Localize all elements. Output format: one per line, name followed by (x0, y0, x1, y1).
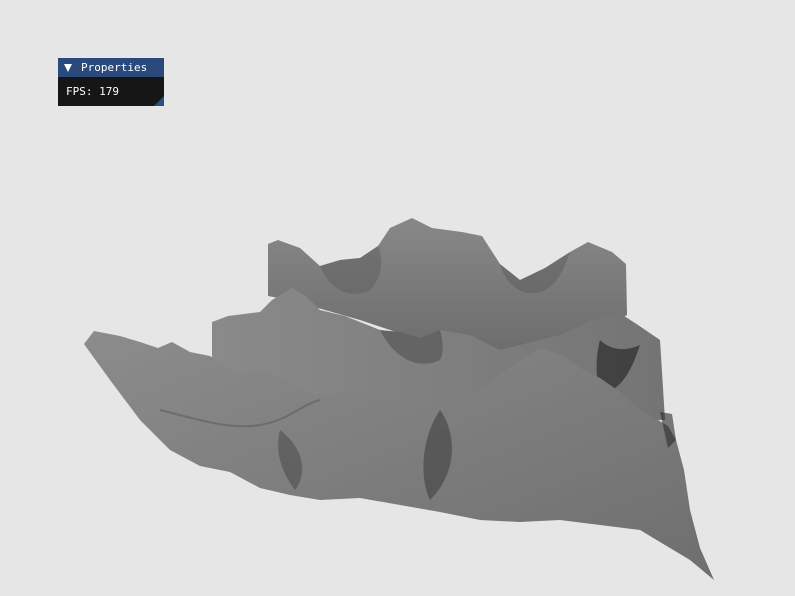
fps-value: 179 (99, 85, 119, 98)
terrain-mesh (84, 218, 714, 580)
properties-panel[interactable]: Properties FPS: 179 (58, 58, 164, 106)
properties-title-bar[interactable]: Properties (58, 58, 164, 77)
properties-body: FPS: 179 (58, 77, 164, 106)
resize-grip-icon[interactable] (154, 96, 164, 106)
fps-label: FPS: (66, 85, 93, 98)
triangle-down-icon[interactable] (64, 64, 72, 72)
properties-title: Properties (81, 61, 148, 74)
